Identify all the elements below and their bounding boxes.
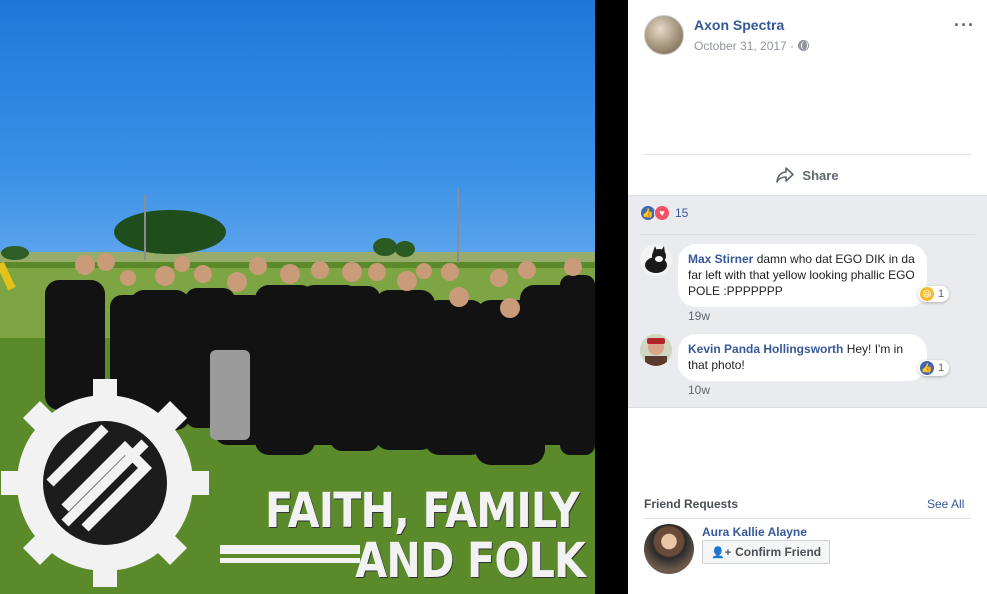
share-icon bbox=[776, 167, 795, 183]
requester-avatar[interactable] bbox=[644, 524, 694, 574]
comment-time[interactable]: 19w bbox=[688, 309, 710, 323]
share-label: Share bbox=[802, 167, 839, 183]
comment-reactions[interactable]: 😆 1 bbox=[918, 286, 950, 302]
photo-caption: FAITH, FAMILY AND FOLK bbox=[265, 483, 586, 589]
friend-requests-title: Friend Requests bbox=[644, 497, 739, 511]
caption-line-1: FAITH, FAMILY bbox=[265, 483, 580, 539]
add-user-icon: 👤+ bbox=[711, 546, 732, 559]
commenter-avatar[interactable] bbox=[640, 334, 672, 366]
divider bbox=[644, 154, 971, 155]
requester-name[interactable]: Aura Kallie Alayne bbox=[702, 525, 807, 539]
share-button[interactable]: Share bbox=[628, 158, 987, 192]
comment-time[interactable]: 10w bbox=[688, 383, 710, 397]
post-header: Axon Spectra October 31, 2017 · ··· Shar… bbox=[628, 0, 987, 196]
post-sidebar: Axon Spectra October 31, 2017 · ··· Shar… bbox=[628, 0, 987, 594]
reactions-summary[interactable]: 👍 ♥ 15 bbox=[640, 205, 688, 221]
like-reaction-icon: 👍 bbox=[920, 361, 934, 375]
comment-reactions[interactable]: 👍 1 bbox=[918, 360, 950, 376]
divider bbox=[640, 234, 975, 235]
author-name[interactable]: Axon Spectra bbox=[694, 17, 784, 33]
author-avatar[interactable] bbox=[644, 15, 684, 55]
caption-line-2: AND FOLK bbox=[355, 533, 586, 589]
haha-reaction-icon: 😆 bbox=[920, 287, 934, 301]
confirm-friend-label: Confirm Friend bbox=[735, 545, 822, 559]
love-reaction-icon: ♥ bbox=[654, 205, 670, 221]
comment-reaction-count: 1 bbox=[938, 288, 945, 300]
see-all-link[interactable]: See All bbox=[927, 497, 964, 511]
commenter-avatar[interactable] bbox=[640, 244, 672, 276]
viewer-divider bbox=[595, 0, 628, 594]
more-options-icon[interactable]: ··· bbox=[954, 16, 975, 34]
divider bbox=[644, 518, 971, 519]
post-date-text: October 31, 2017 · bbox=[694, 39, 795, 53]
commenter-name[interactable]: Max Stirner bbox=[688, 252, 753, 266]
comment-reaction-count: 1 bbox=[938, 362, 945, 374]
globe-icon bbox=[798, 40, 810, 51]
user-avatar-icon bbox=[640, 334, 672, 366]
comment-bubble: Max Stirner damn who dat EGO DIK in da f… bbox=[678, 244, 927, 307]
comment-bubble: Kevin Panda Hollingsworth Hey! I'm in th… bbox=[678, 334, 927, 381]
confirm-friend-button[interactable]: 👤+ Confirm Friend bbox=[702, 540, 831, 564]
post-photo[interactable]: FAITH, FAMILY AND FOLK bbox=[0, 0, 595, 594]
cat-avatar-icon bbox=[640, 244, 672, 276]
post-date[interactable]: October 31, 2017 · bbox=[694, 39, 810, 53]
friend-requests-box: Friend Requests See All Aura Kallie Alay… bbox=[628, 408, 987, 594]
commenter-name[interactable]: Kevin Panda Hollingsworth bbox=[688, 342, 843, 356]
reaction-count: 15 bbox=[675, 206, 689, 220]
